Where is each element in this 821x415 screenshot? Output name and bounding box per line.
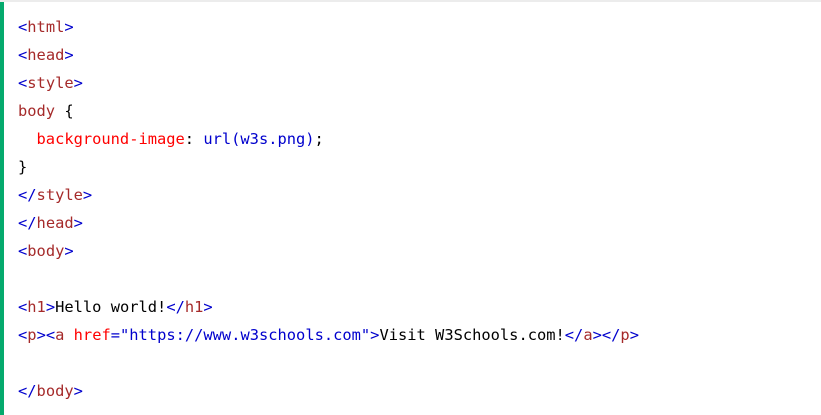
code-line: body { — [18, 97, 639, 125]
code-tag-name: body — [36, 382, 74, 400]
code-tag-name: body — [27, 242, 65, 260]
code-text: ; — [314, 130, 324, 148]
code-line: </body> — [18, 377, 639, 405]
code-value: url(w3s.png) — [203, 130, 315, 148]
code-text: Visit W3Schools.com! — [379, 326, 565, 344]
code-text: : — [184, 130, 204, 148]
code-bracket: </ — [564, 326, 584, 344]
code-bracket: </ — [18, 382, 37, 400]
code-text: { — [64, 102, 74, 120]
code-bracket: > — [45, 298, 56, 316]
code-bracket: > — [64, 46, 74, 64]
code-line: </style> — [18, 181, 639, 209]
code-bracket: </ — [166, 298, 185, 316]
code-bracket: ="https://www.w3schools.com"> — [110, 326, 380, 344]
code-tag-name: style — [36, 186, 83, 204]
code-text: Hello world! — [55, 298, 167, 316]
code-tag-name: head — [27, 46, 65, 64]
code-attribute: href — [73, 326, 111, 344]
code-bracket: >< — [36, 326, 56, 344]
code-bracket: > — [73, 214, 83, 232]
code-bracket: < — [18, 46, 28, 64]
code-block: <html> <head> <style> body { background-ima… — [18, 13, 639, 405]
code-line: <style> — [18, 69, 639, 97]
code-bracket: > — [64, 242, 74, 260]
code-tag-name: html — [27, 18, 65, 36]
code-tag-name: p — [620, 326, 630, 344]
code-example-panel: <html> <head> <style> body { background-ima… — [0, 0, 821, 415]
code-bracket: > — [73, 74, 83, 92]
code-bracket: </ — [18, 186, 37, 204]
code-tag-name: style — [27, 74, 74, 92]
code-tag-name: p — [27, 326, 37, 344]
code-line: <html> — [18, 13, 639, 41]
code-bracket: < — [18, 326, 28, 344]
code-tag-name: a — [583, 326, 593, 344]
code-tag-name: body — [18, 102, 65, 120]
code-bracket: < — [18, 242, 28, 260]
accent-bar — [0, 2, 4, 415]
code-attribute: background-image — [18, 130, 185, 148]
code-bracket: ></ — [592, 326, 621, 344]
code-line: <h1>Hello world!</h1> — [18, 293, 639, 321]
code-bracket: </ — [18, 214, 37, 232]
code-text: } — [18, 158, 28, 176]
code-tag-name: h1 — [184, 298, 204, 316]
code-bracket: > — [73, 382, 83, 400]
code-bracket: > — [82, 186, 93, 204]
code-line: } — [18, 153, 639, 181]
code-bracket: > — [629, 326, 639, 344]
code-line: </head> — [18, 209, 639, 237]
code-line: <head> — [18, 41, 639, 69]
code-bracket: < — [18, 298, 28, 316]
code-bracket: < — [18, 74, 28, 92]
code-bracket: > — [203, 298, 213, 316]
code-line: background-image: url(w3s.png); — [18, 125, 639, 153]
code-line: <p><a href="https://www.w3schools.com">V… — [18, 321, 639, 349]
code-bracket: > — [64, 18, 74, 36]
code-bracket: < — [18, 18, 28, 36]
code-tag-name: head — [36, 214, 74, 232]
code-tag-name: h1 — [27, 298, 46, 316]
code-line: <body> — [18, 237, 639, 265]
code-tag-name: a — [55, 326, 74, 344]
